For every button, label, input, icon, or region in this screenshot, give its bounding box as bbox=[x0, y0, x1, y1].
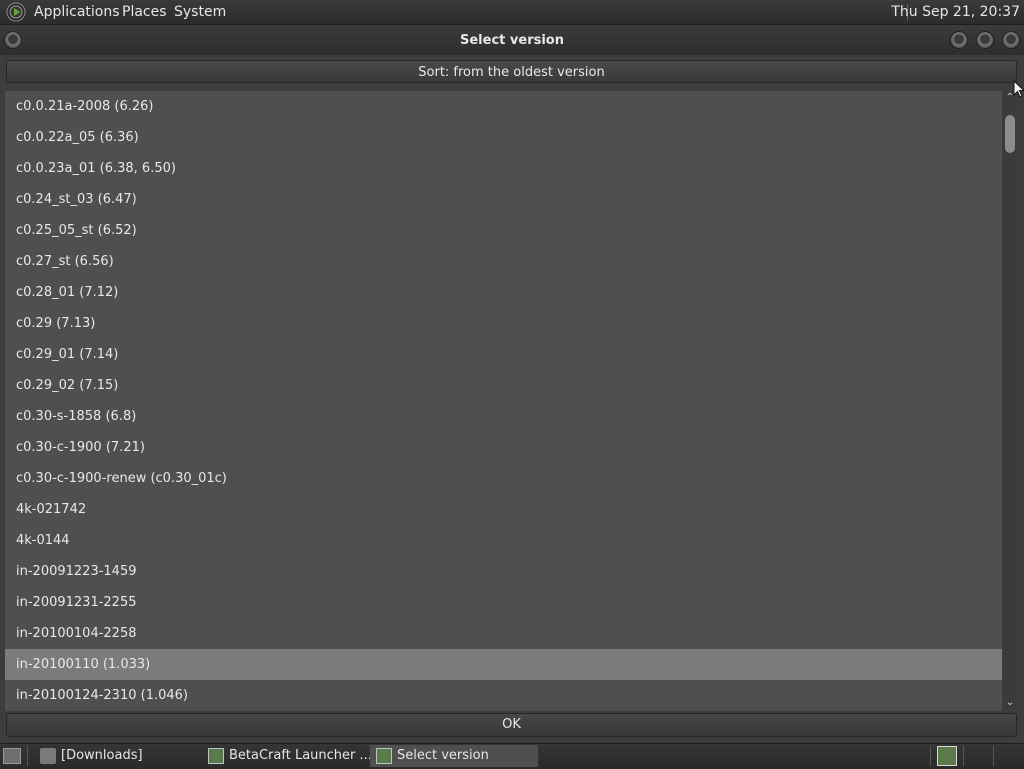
task-label: BetaCraft Launcher ... bbox=[229, 748, 370, 763]
version-list-item[interactable]: c0.28_01 (7.12) bbox=[5, 277, 1002, 308]
version-list-item[interactable]: c0.24_st_03 (6.47) bbox=[5, 184, 1002, 215]
clock[interactable]: Thu Sep 21, 20:37 bbox=[891, 4, 1020, 20]
main-menu-logo-icon[interactable] bbox=[6, 2, 26, 22]
version-list-item[interactable]: c0.30-s-1858 (6.8) bbox=[5, 401, 1002, 432]
version-list-item[interactable]: c0.30-c-1900-renew (c0.30_01c) bbox=[5, 463, 1002, 494]
version-list-item[interactable]: in-20100104-2258 bbox=[5, 618, 1002, 649]
version-list-item[interactable]: in-20091223-1459 bbox=[5, 556, 1002, 587]
version-list-item[interactable]: c0.27_st (6.56) bbox=[5, 246, 1002, 277]
menu-applications[interactable]: Applications bbox=[34, 4, 120, 20]
maximize-button[interactable] bbox=[977, 32, 993, 48]
version-list-item[interactable]: c0.25_05_st (6.52) bbox=[5, 215, 1002, 246]
version-list-item[interactable]: c0.29 (7.13) bbox=[5, 308, 1002, 339]
task-select-version[interactable]: Select version bbox=[370, 745, 538, 767]
select-version-window: Select version Sort: from the oldest ver… bbox=[0, 25, 1024, 743]
betacraft-icon bbox=[376, 748, 392, 764]
bottom-panel: [Downloads] BetaCraft Launcher ... Selec… bbox=[0, 743, 1024, 769]
task-label: [Downloads] bbox=[61, 748, 143, 763]
list-scrollbar[interactable]: ⌃ ⌄ bbox=[1003, 91, 1017, 711]
betacraft-tray-icon[interactable] bbox=[937, 746, 957, 766]
menu-places[interactable]: Places bbox=[122, 4, 167, 20]
task-downloads[interactable]: [Downloads] bbox=[34, 745, 202, 767]
betacraft-icon bbox=[208, 748, 224, 764]
folder-icon bbox=[40, 748, 56, 764]
version-list-item[interactable]: c0.0.23a_01 (6.38, 6.50) bbox=[5, 153, 1002, 184]
version-list-item[interactable]: c0.29_01 (7.14) bbox=[5, 339, 1002, 370]
panel-separator bbox=[930, 746, 931, 766]
scroll-down-icon[interactable]: ⌄ bbox=[1003, 697, 1017, 709]
show-desktop-icon[interactable] bbox=[3, 748, 21, 764]
ok-button[interactable]: OK bbox=[6, 713, 1017, 737]
sort-button[interactable]: Sort: from the oldest version bbox=[6, 60, 1017, 83]
menu-system[interactable]: System bbox=[174, 4, 226, 20]
minimize-button[interactable] bbox=[951, 32, 967, 48]
version-list[interactable]: c0.0.21a-2008 (6.26) c0.0.22a_05 (6.36) c0… bbox=[5, 91, 1002, 711]
window-title: Select version bbox=[460, 33, 564, 48]
window-titlebar[interactable]: Select version bbox=[0, 25, 1024, 55]
version-list-item[interactable]: 4k-0144 bbox=[5, 525, 1002, 556]
mouse-cursor-icon bbox=[1013, 80, 1024, 98]
panel-separator bbox=[963, 746, 964, 766]
close-button[interactable] bbox=[1003, 32, 1019, 48]
version-list-item[interactable]: c0.0.21a-2008 (6.26) bbox=[5, 91, 1002, 122]
version-list-item[interactable]: 4k-021742 bbox=[5, 494, 1002, 525]
scroll-thumb[interactable] bbox=[1005, 115, 1015, 153]
panel-separator bbox=[27, 746, 28, 766]
panel-separator bbox=[993, 746, 994, 766]
version-list-item[interactable]: in-20091231-2255 bbox=[5, 587, 1002, 618]
version-list-item[interactable]: in-20100110 (1.033) bbox=[5, 649, 1002, 680]
version-list-item[interactable]: c0.0.22a_05 (6.36) bbox=[5, 122, 1002, 153]
task-label: Select version bbox=[397, 748, 489, 763]
task-betacraft-launcher[interactable]: BetaCraft Launcher ... bbox=[202, 745, 370, 767]
version-list-item[interactable]: in-20100124-2310 (1.046) bbox=[5, 680, 1002, 711]
version-list-item[interactable]: c0.29_02 (7.15) bbox=[5, 370, 1002, 401]
top-panel: Applications Places System Thu Sep 21, 2… bbox=[0, 0, 1024, 25]
version-list-item[interactable]: c0.30-c-1900 (7.21) bbox=[5, 432, 1002, 463]
